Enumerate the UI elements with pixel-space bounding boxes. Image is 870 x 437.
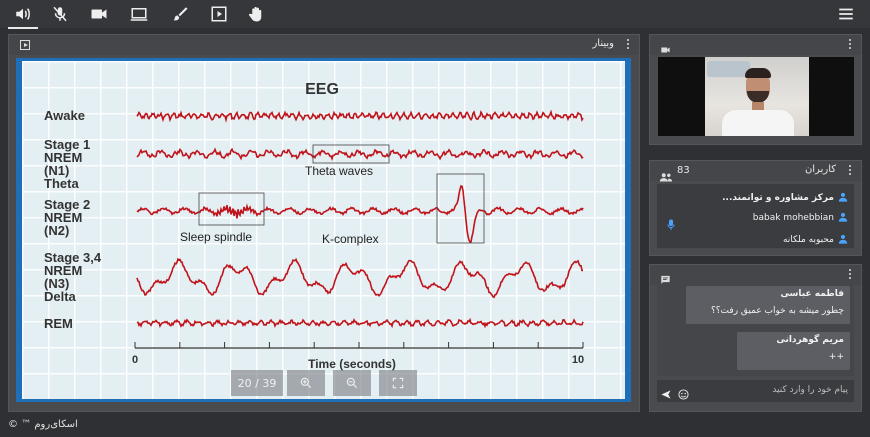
user-avatar-icon xyxy=(838,192,848,205)
mic-off-icon[interactable] xyxy=(51,5,69,23)
users-menu-icon[interactable] xyxy=(848,165,852,177)
webinar-title: وبینار xyxy=(592,38,614,49)
presenter-video-frame xyxy=(705,57,809,136)
user-row[interactable]: مرکز مشاوره و توانمند... xyxy=(722,190,848,206)
zoom-in-icon xyxy=(300,377,312,389)
fullscreen-button[interactable] xyxy=(379,370,417,396)
rem-trace xyxy=(136,317,584,329)
theta-waves-label: Theta waves xyxy=(305,164,373,178)
chat-input[interactable]: پیام خود را وارد کنید xyxy=(657,380,854,402)
users-count: 83 xyxy=(677,165,690,176)
presenter-neck xyxy=(752,102,764,110)
users-panel-header: 83 کاربران xyxy=(650,161,861,182)
user-name: babak mohebbian xyxy=(752,213,834,223)
stage-label-n2: (N2) xyxy=(44,223,69,238)
presenter-hair xyxy=(745,68,771,78)
user-avatar-icon xyxy=(838,212,848,225)
brand-footer: اسکای‌روم ™ © xyxy=(8,419,78,430)
send-icon[interactable] xyxy=(660,385,672,399)
camera-icon[interactable] xyxy=(90,5,108,23)
eeg-figure: EEG Awake Stage 1 NREM (N1) Theta Stage … xyxy=(44,81,584,371)
emoji-icon[interactable] xyxy=(678,385,689,400)
sleep-spindle-box xyxy=(198,192,265,226)
background-object xyxy=(707,61,750,77)
play-box-icon[interactable] xyxy=(210,5,228,23)
speaker-icon[interactable] xyxy=(8,5,38,29)
chat-message: فاطمه عباسی چطور میشه به خواب عمیق رفت؟؟ xyxy=(686,286,850,324)
message-sender: فاطمه عباسی xyxy=(780,289,844,299)
chat-message: مریم گوهردانی ++ xyxy=(737,332,850,370)
x-axis-label: Time (seconds) xyxy=(308,357,396,371)
chat-icon xyxy=(660,270,671,284)
message-text: ++ xyxy=(828,352,844,362)
webcam-video[interactable] xyxy=(658,57,854,136)
slide-title: EEG xyxy=(305,81,339,98)
stage-label-rem: REM xyxy=(44,316,73,331)
stage-label-awake: Awake xyxy=(44,108,85,123)
message-sender: مریم گوهردانی xyxy=(776,335,844,345)
user-name: مرکز مشاوره و توانمند... xyxy=(722,193,834,203)
stage1-trace xyxy=(136,147,584,162)
webinar-menu-icon[interactable] xyxy=(626,39,630,51)
chat-input-placeholder: پیام خود را وارد کنید xyxy=(772,385,848,395)
x-axis-start: 0 xyxy=(132,354,138,366)
user-avatar-icon xyxy=(838,234,848,247)
stage-label-theta: Theta xyxy=(44,176,79,191)
fullscreen-icon xyxy=(392,377,404,389)
chat-menu-icon[interactable] xyxy=(848,269,852,281)
users-list: مرکز مشاوره و توانمند... babak mohebbian… xyxy=(657,184,854,248)
webinar-panel-header: وبینار xyxy=(9,35,639,55)
users-title: کاربران xyxy=(804,164,836,175)
chat-messages: فاطمه عباسی چطور میشه به خواب عمیق رفت؟؟… xyxy=(657,284,854,376)
user-row[interactable]: محبوبه ملکانه xyxy=(783,232,848,248)
user-name: محبوبه ملکانه xyxy=(782,235,834,245)
hand-icon[interactable] xyxy=(247,5,265,23)
page-indicator: 20 / 39 xyxy=(231,370,283,396)
presentation-slide: EEG Awake Stage 1 NREM (N1) Theta Stage … xyxy=(16,58,631,402)
zoom-in-button[interactable] xyxy=(287,370,325,396)
user-row[interactable]: babak mohebbian xyxy=(753,210,848,226)
stage3-trace xyxy=(136,257,583,299)
hamburger-menu-icon[interactable] xyxy=(837,5,855,23)
x-axis-end: 10 xyxy=(572,354,584,366)
chat-panel-header xyxy=(650,265,861,285)
presenter-shirt xyxy=(722,110,794,136)
k-complex-label: K-complex xyxy=(322,232,379,246)
message-text: چطور میشه به خواب عمیق رفت؟؟ xyxy=(711,306,844,316)
video-menu-icon[interactable] xyxy=(848,39,852,51)
brush-icon[interactable] xyxy=(171,5,189,23)
zoom-out-button[interactable] xyxy=(333,370,371,396)
k-complex-box xyxy=(436,173,485,244)
stage-label-delta: Delta xyxy=(44,289,77,304)
sleep-spindle-label: Sleep spindle xyxy=(180,230,252,244)
x-axis-ticks xyxy=(134,342,584,348)
screen-share-icon[interactable] xyxy=(130,5,148,23)
users-icon xyxy=(659,167,673,182)
video-panel-header xyxy=(650,35,861,55)
camera-icon xyxy=(659,40,672,53)
zoom-out-icon xyxy=(346,377,358,389)
top-toolbar xyxy=(0,0,870,29)
presentation-icon[interactable] xyxy=(20,40,30,50)
mic-active-icon xyxy=(667,216,675,230)
awake-trace xyxy=(136,109,584,123)
